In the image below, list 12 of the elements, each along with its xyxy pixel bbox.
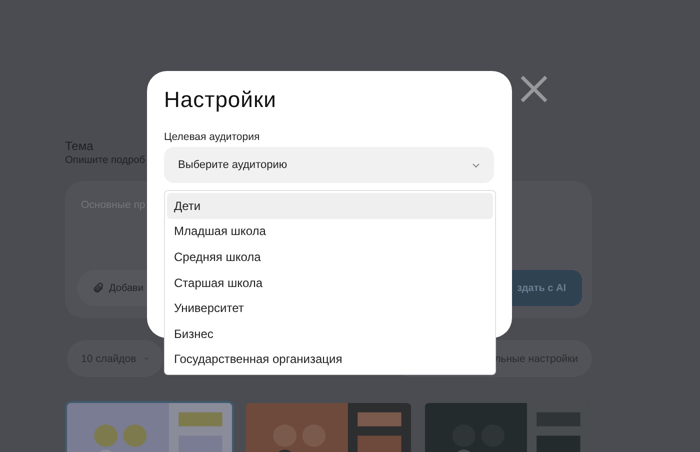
dropdown-option[interactable]: Младшая школа bbox=[167, 218, 493, 244]
dialog-title: Настройки bbox=[164, 87, 276, 113]
audience-select[interactable]: Выберите аудиторию bbox=[164, 147, 494, 183]
paperclip-icon bbox=[93, 282, 104, 294]
chevron-icon bbox=[144, 356, 149, 361]
dropdown-option[interactable]: Бизнес bbox=[167, 320, 493, 346]
dropdown-option[interactable]: Дети bbox=[167, 193, 493, 219]
dropdown-option[interactable]: Средняя школа bbox=[167, 244, 493, 270]
audience-label: Целевая аудитория bbox=[164, 131, 260, 143]
close-icon[interactable] bbox=[520, 75, 548, 103]
chevron-icon bbox=[472, 162, 480, 168]
dropdown-option[interactable]: Государственная организация bbox=[167, 346, 493, 372]
